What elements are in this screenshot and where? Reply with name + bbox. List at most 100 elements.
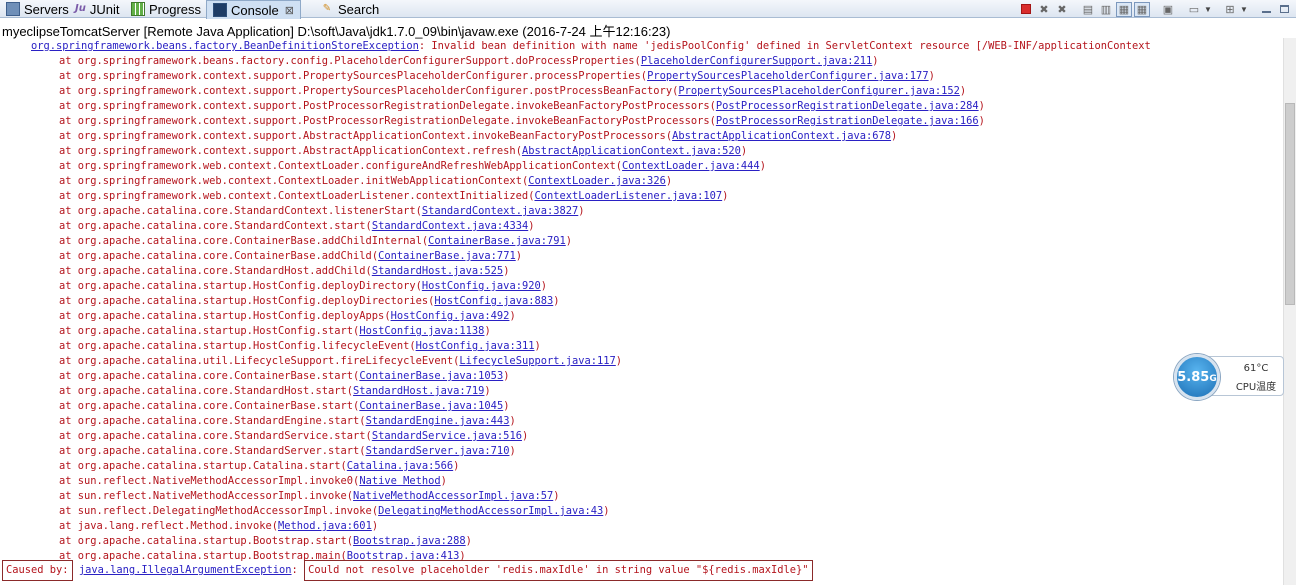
stack-frame-method: org.apache.catalina.core.StandardService…: [77, 430, 366, 442]
stack-frame: at org.apache.catalina.core.StandardCont…: [59, 220, 535, 232]
open-console-icon: ⊞: [1225, 3, 1235, 16]
stack-frame-at: at: [59, 460, 78, 472]
vertical-scrollbar[interactable]: [1283, 38, 1296, 585]
stack-frame-at: at: [59, 280, 78, 292]
stack-frame-source-link[interactable]: StandardContext.java:3827: [422, 205, 578, 217]
stack-frame-method: org.apache.catalina.core.ContainerBase.s…: [77, 400, 354, 412]
stack-frame-method: org.apache.catalina.startup.HostConfig.d…: [77, 280, 416, 292]
stack-frame-method: sun.reflect.NativeMethodAccessorImpl.inv…: [77, 490, 347, 502]
stack-frame-source-link[interactable]: AbstractApplicationContext.java:678: [672, 130, 891, 142]
stack-frame-source-link[interactable]: StandardEngine.java:443: [366, 415, 510, 427]
tab-search[interactable]: ✎ Search: [320, 0, 379, 18]
tab-junit[interactable]: Ju JUnit: [75, 0, 119, 18]
clear-console-icon: ▤: [1082, 3, 1094, 16]
scroll-lock-button[interactable]: ▥: [1098, 2, 1114, 17]
stack-frame-source-link[interactable]: StandardService.java:516: [372, 430, 522, 442]
stack-frame-method: org.apache.catalina.core.StandardServer.…: [77, 445, 360, 457]
stack-frame-method: org.apache.catalina.core.StandardContext…: [77, 205, 416, 217]
console-output[interactable]: org.springframework.beans.factory.BeanDe…: [0, 38, 1283, 585]
stack-frame-source-link[interactable]: StandardHost.java:525: [372, 265, 503, 277]
stack-frame-source-link[interactable]: DelegatingMethodAccessorImpl.java:43: [378, 505, 603, 517]
stack-frame: at org.springframework.web.context.Conte…: [59, 190, 729, 202]
display-console-dropdown-icon[interactable]: ▼: [1204, 5, 1212, 14]
stack-frame-source-link[interactable]: ContainerBase.java:1053: [359, 370, 503, 382]
exception-class-link[interactable]: org.springframework.beans.factory.BeanDe…: [31, 40, 419, 52]
stack-frame: at org.apache.catalina.core.ContainerBas…: [59, 400, 510, 412]
memory-usage-unit: G: [1209, 373, 1217, 384]
maximize-button[interactable]: [1276, 2, 1292, 17]
stack-frame-at: at: [59, 355, 78, 367]
stack-frame-method: org.springframework.web.context.ContextL…: [77, 160, 616, 172]
stack-frame-source-link[interactable]: HostConfig.java:311: [416, 340, 535, 352]
scrollbar-thumb[interactable]: [1285, 103, 1295, 305]
stack-frame-source-link[interactable]: ContextLoader.java:444: [622, 160, 760, 172]
minimize-button[interactable]: [1258, 2, 1274, 17]
stack-frame-at: at: [59, 160, 78, 172]
stack-frame-source-link[interactable]: Catalina.java:566: [347, 460, 453, 472]
stack-frame: at sun.reflect.DelegatingMethodAccessorI…: [59, 505, 610, 517]
terminate-icon: [1021, 4, 1031, 14]
stack-frame-source-link[interactable]: Bootstrap.java:288: [353, 535, 466, 547]
pin-console-button[interactable]: ▣: [1160, 2, 1176, 17]
stack-frame-at: at: [59, 370, 78, 382]
stack-frame-source-link[interactable]: AbstractApplicationContext.java:520: [522, 145, 741, 157]
stack-frame-source-link[interactable]: LifecycleSupport.java:117: [459, 355, 615, 367]
stack-frame: at org.apache.catalina.core.StandardEngi…: [59, 415, 516, 427]
stack-frame-source-link[interactable]: PlaceholderConfigurerSupport.java:211: [641, 55, 872, 67]
stack-frame-source-link[interactable]: ContainerBase.java:791: [428, 235, 566, 247]
stack-frame: at org.springframework.web.context.Conte…: [59, 160, 766, 172]
stack-frame-source-link[interactable]: ContextLoader.java:326: [528, 175, 666, 187]
close-tab-icon[interactable]: ⊠: [285, 4, 294, 17]
stack-frame-source-link[interactable]: HostConfig.java:883: [434, 295, 553, 307]
stack-frame-source-link[interactable]: ContextLoaderListener.java:107: [534, 190, 722, 202]
tab-console[interactable]: Console ⊠: [206, 0, 301, 19]
stack-frame-source-link[interactable]: HostConfig.java:1138: [359, 325, 484, 337]
stack-frame: at org.apache.catalina.startup.HostConfi…: [59, 325, 491, 337]
stack-frame-source-link[interactable]: HostConfig.java:920: [422, 280, 541, 292]
stack-frame-source-link[interactable]: PropertySourcesPlaceholderConfigurer.jav…: [647, 70, 929, 82]
stack-frame-at: at: [59, 115, 78, 127]
stack-frame-at: at: [59, 145, 78, 157]
stack-frame-at: at: [59, 520, 78, 532]
stack-frame-source-link[interactable]: StandardContext.java:4334: [372, 220, 528, 232]
stack-frame: at org.springframework.beans.factory.con…: [59, 55, 879, 67]
remove-all-terminated-button[interactable]: ✖: [1054, 2, 1070, 17]
stack-frame: at org.apache.catalina.util.LifecycleSup…: [59, 355, 623, 367]
display-console-button[interactable]: ▭: [1186, 2, 1202, 17]
stack-frame-source-link[interactable]: StandardHost.java:719: [353, 385, 484, 397]
caused-by-label: Caused by:: [2, 560, 73, 581]
stack-frame-source-link[interactable]: Method.java:601: [278, 520, 372, 532]
stack-frame-at: at: [59, 295, 78, 307]
stack-frame-source-link[interactable]: HostConfig.java:492: [391, 310, 510, 322]
cause-message: Could not resolve placeholder 'redis.max…: [304, 560, 813, 581]
system-monitor-widget[interactable]: 61°C CPU温度 5.85 G: [1174, 354, 1286, 400]
stack-frame-source-link[interactable]: ContainerBase.java:771: [378, 250, 516, 262]
stack-frame-source-link[interactable]: PostProcessorRegistrationDelegate.java:2…: [716, 100, 979, 112]
stack-frame-source-link[interactable]: PropertySourcesPlaceholderConfigurer.jav…: [678, 85, 960, 97]
tab-progress[interactable]: Progress: [131, 0, 201, 18]
stack-frame-at: at: [59, 190, 78, 202]
stack-frame: at org.apache.catalina.core.ContainerBas…: [59, 250, 522, 262]
stack-frame-source-link[interactable]: NativeMethodAccessorImpl.java:57: [353, 490, 553, 502]
open-console-dropdown-icon[interactable]: ▼: [1240, 5, 1248, 14]
tab-servers[interactable]: Servers: [6, 0, 69, 18]
stack-frame-source-link[interactable]: StandardServer.java:710: [366, 445, 510, 457]
terminate-button[interactable]: [1018, 2, 1034, 17]
stack-frame-method: org.apache.catalina.core.ContainerBase.s…: [77, 370, 354, 382]
stack-frame-source-link[interactable]: PostProcessorRegistrationDelegate.java:1…: [716, 115, 979, 127]
progress-icon: [131, 2, 145, 16]
stack-frame-at: at: [59, 400, 78, 412]
stack-frame: at sun.reflect.NativeMethodAccessorImpl.…: [59, 475, 447, 487]
stack-frame-at: at: [59, 265, 78, 277]
cause-exception-link[interactable]: java.lang.IllegalArgumentException: [79, 564, 292, 576]
show-on-stdout-button[interactable]: ▦: [1116, 1, 1132, 17]
remove-launch-button[interactable]: ✖: [1036, 2, 1052, 17]
clear-console-button[interactable]: ▤: [1080, 2, 1096, 17]
stack-frame-source-link[interactable]: Native Method: [359, 475, 440, 487]
show-on-stderr-button[interactable]: ▦: [1134, 1, 1150, 17]
stack-frame: at org.apache.catalina.core.StandardServ…: [59, 445, 516, 457]
open-console-button[interactable]: ⊞: [1222, 2, 1238, 17]
memory-usage-circle[interactable]: 5.85 G: [1174, 354, 1220, 400]
stack-frame-source-link[interactable]: ContainerBase.java:1045: [359, 400, 503, 412]
stack-frame-method: org.springframework.context.support.Prop…: [77, 70, 641, 82]
